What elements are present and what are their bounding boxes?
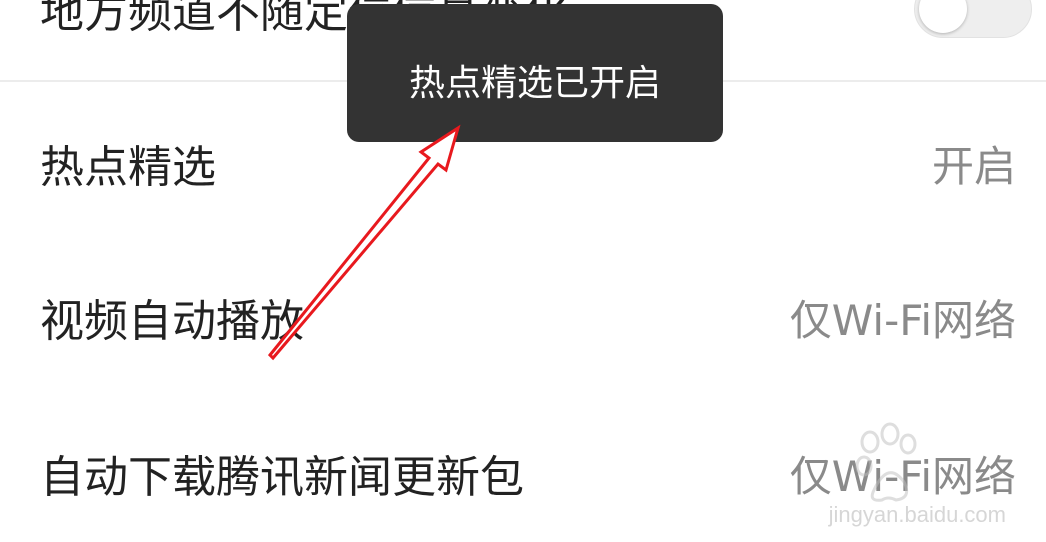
toggle-knob xyxy=(919,0,967,33)
local-channel-toggle[interactable] xyxy=(914,0,1032,38)
baidu-paw-watermark-icon xyxy=(855,422,917,502)
watermark-text: jingyan.baidu.com xyxy=(828,502,1006,527)
setting-label-video-autoplay: 视频自动播放 xyxy=(40,296,304,347)
setting-value-hot-picks: 开启 xyxy=(931,141,1016,191)
setting-row-video-autoplay[interactable]: 视频自动播放 仅Wi-Fi网络 xyxy=(0,272,1046,362)
setting-label-auto-download-update: 自动下载腾讯新闻更新包 xyxy=(40,452,524,503)
toast-notification: 热点精选已开启 xyxy=(347,4,723,142)
toast-message: 热点精选已开启 xyxy=(408,63,661,104)
setting-label-hot-picks: 热点精选 xyxy=(40,142,216,193)
setting-value-video-autoplay: 仅Wi-Fi网络 xyxy=(789,295,1016,345)
